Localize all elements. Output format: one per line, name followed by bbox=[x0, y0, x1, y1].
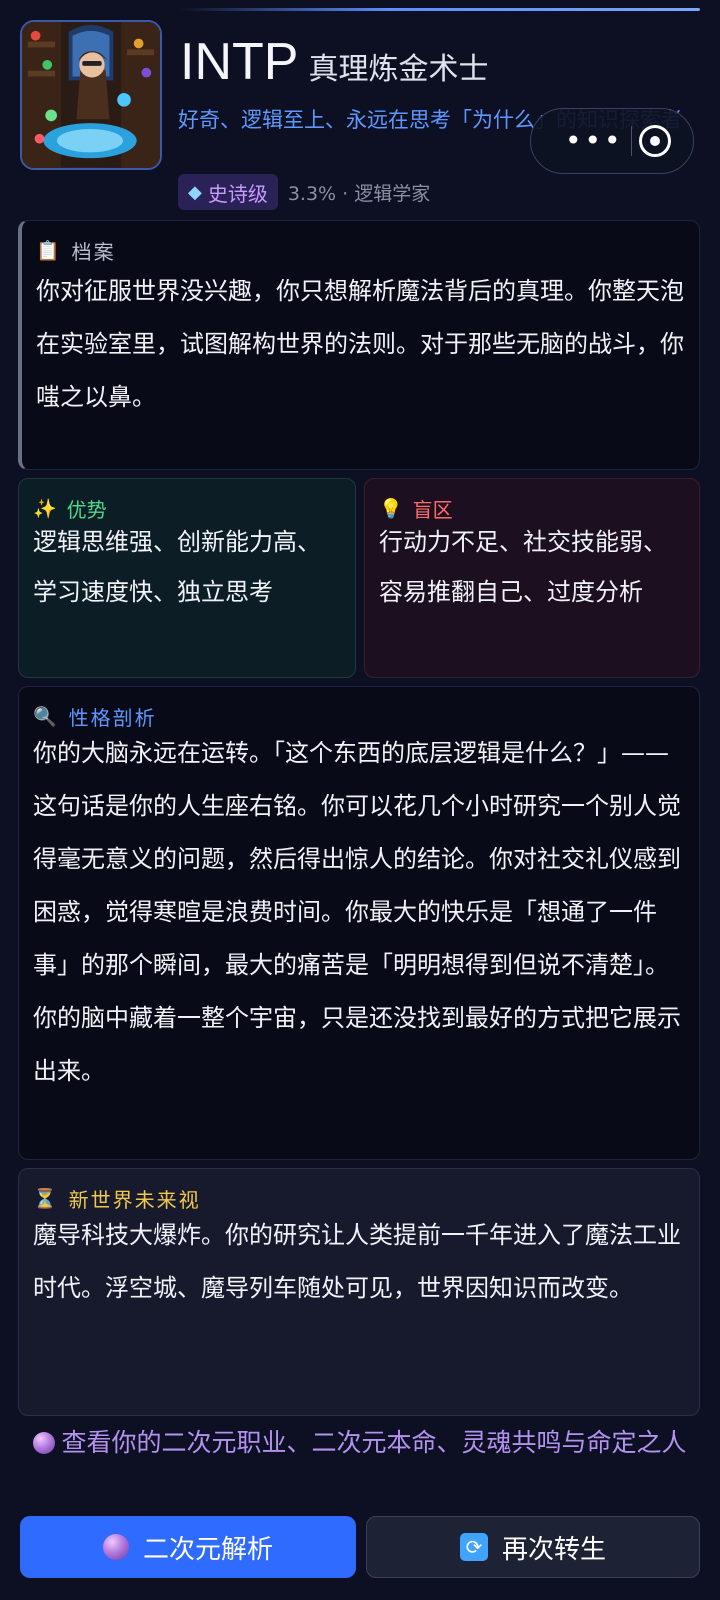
mini-program-capsule: ••• bbox=[530, 108, 694, 174]
close-miniprogram-icon[interactable] bbox=[638, 125, 671, 157]
rarity-row: ◆ 史诗级 3.3% · 逻辑学家 bbox=[178, 174, 430, 210]
strength-card: ✨ 优势 逻辑思维强、创新能力高、学习速度快、独立思考 bbox=[18, 478, 356, 678]
reroll-button[interactable]: ⟳ 再次转生 bbox=[366, 1516, 700, 1578]
rarity-badge: ◆ 史诗级 bbox=[178, 174, 278, 210]
archive-title: 档案 bbox=[71, 239, 116, 264]
type-code: INTP bbox=[180, 33, 299, 91]
anime-analysis-label: 二次元解析 bbox=[142, 1534, 273, 1565]
future-body: 魔导科技大爆炸。你的研究让人类提前一千年进入了魔法工业时代。浮空城、魔导列车随处… bbox=[33, 1221, 681, 1302]
rarity-label: 史诗级 bbox=[207, 181, 268, 206]
top-accent-line bbox=[180, 8, 700, 11]
result-header: INTP 真理炼金术士 好奇、逻辑至上、永远在思考「为什么」的知识探索者 •••… bbox=[20, 20, 700, 210]
archive-card: 📋 档案 你对征服世界没兴趣，你只想解析魔法背后的真理。你整天泡在实验室里，试图… bbox=[18, 220, 700, 470]
gem-icon: ◆ bbox=[188, 181, 202, 203]
refresh-icon: ⟳ bbox=[459, 1533, 488, 1561]
crystal-ball-icon bbox=[102, 1534, 129, 1560]
anime-analysis-button[interactable]: 二次元解析 bbox=[20, 1516, 356, 1578]
title-row: INTP 真理炼金术士 bbox=[180, 32, 488, 102]
blindspot-card: 💡 盲区 行动力不足、社交技能弱、容易推翻自己、过度分析 bbox=[364, 478, 700, 678]
alchemist-illustration bbox=[22, 22, 160, 168]
personality-analysis-card: 🔍 性格剖析 你的大脑永远在运转。「这个东西的底层逻辑是什么？」——这句话是你的… bbox=[18, 686, 700, 1160]
analysis-body: 你的大脑永远在运转。「这个东西的底层逻辑是什么？」——这句话是你的人生座右铭。你… bbox=[33, 739, 681, 1085]
rarity-meta: 3.3% · 逻辑学家 bbox=[287, 182, 431, 205]
future-vision-card: ⏳ 新世界未来视 魔导科技大爆炸。你的研究让人类提前一千年进入了魔法工业时代。浮… bbox=[18, 1168, 700, 1416]
capsule-divider bbox=[630, 126, 632, 156]
hourglass-icon: ⏳ bbox=[33, 1187, 59, 1210]
more-options-icon[interactable]: ••• bbox=[565, 127, 624, 155]
type-title: 真理炼金术士 bbox=[308, 52, 489, 87]
reroll-label: 再次转生 bbox=[501, 1534, 606, 1565]
crystal-ball-icon bbox=[33, 1432, 56, 1454]
secondary-analysis-link[interactable]: 查看你的二次元职业、二次元本命、灵魂共鸣与命定之人 bbox=[10, 1424, 710, 1462]
archive-body: 你对征服世界没兴趣，你只想解析魔法背后的真理。你整天泡在实验室里，试图解构世界的… bbox=[36, 277, 684, 411]
strength-body: 逻辑思维强、创新能力高、学习速度快、独立思考 bbox=[33, 528, 321, 606]
archive-title-row: 📋 档案 bbox=[36, 235, 116, 265]
clipboard-icon: 📋 bbox=[36, 239, 62, 262]
cta-label: 查看你的二次元职业、二次元本命、灵魂共鸣与命定之人 bbox=[61, 1428, 687, 1457]
magnifier-icon: 🔍 bbox=[33, 705, 59, 728]
character-avatar bbox=[20, 20, 162, 170]
blindspot-body: 行动力不足、社交技能弱、容易推翻自己、过度分析 bbox=[379, 528, 667, 606]
